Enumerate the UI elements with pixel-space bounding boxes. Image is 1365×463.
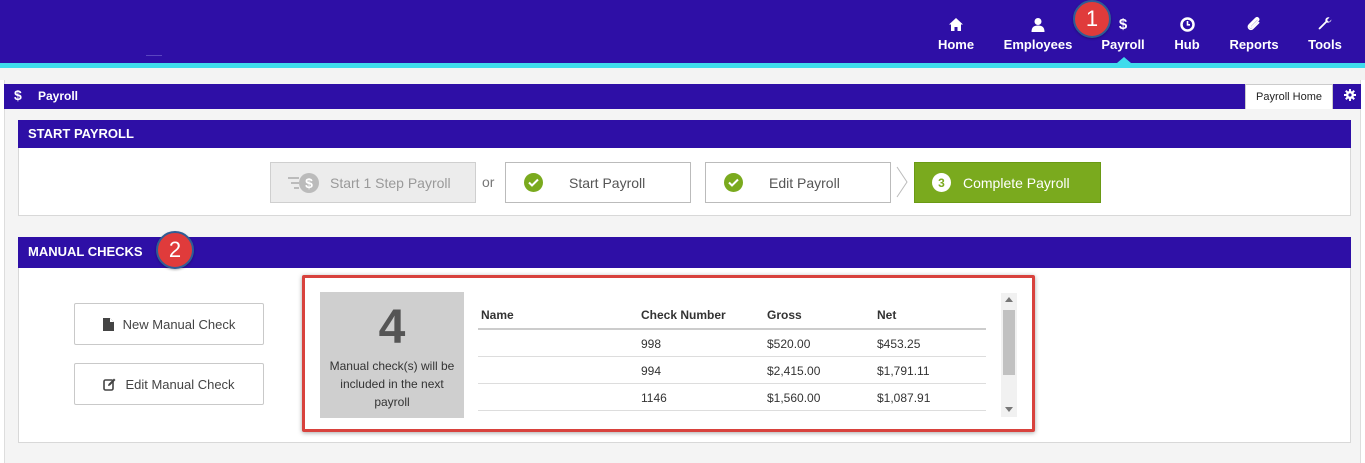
nav-page-separator bbox=[0, 68, 1365, 80]
complete-payroll-button[interactable]: 3 Complete Payroll bbox=[914, 162, 1101, 203]
fast-dollar-icon: $ bbox=[287, 172, 321, 194]
nav-item-hub[interactable]: Hub bbox=[1172, 14, 1202, 58]
nav-label-tools: Tools bbox=[1308, 37, 1342, 52]
edit-payroll-label: Edit Payroll bbox=[769, 174, 840, 191]
cell-check-number: 1146 bbox=[641, 391, 667, 405]
nav-item-employees[interactable]: Employees bbox=[1002, 14, 1074, 58]
table-row-divider bbox=[478, 383, 986, 384]
complete-payroll-label: Complete Payroll bbox=[963, 174, 1070, 191]
manual-checks-heading: MANUAL CHECKS bbox=[18, 237, 1351, 268]
nav-item-tools[interactable]: Tools bbox=[1306, 14, 1344, 58]
new-manual-check-label: New Manual Check bbox=[122, 316, 236, 332]
scrollbar-thumb[interactable] bbox=[1003, 310, 1015, 375]
document-icon bbox=[102, 317, 114, 331]
user-icon bbox=[1031, 14, 1045, 34]
tab-payroll-home[interactable]: Payroll Home bbox=[1245, 84, 1333, 109]
home-icon bbox=[948, 14, 964, 34]
start-payroll-label: Start Payroll bbox=[569, 174, 646, 191]
cell-gross: $520.00 bbox=[767, 337, 811, 351]
chevron-right-icon bbox=[896, 166, 908, 198]
start-1-step-payroll-label: Start 1 Step Payroll bbox=[330, 174, 451, 191]
top-nav-bar bbox=[0, 0, 1365, 63]
edit-icon bbox=[103, 378, 116, 391]
wrench-icon bbox=[1317, 14, 1333, 34]
manual-check-count-box: 4 Manual check(s) will be included in th… bbox=[320, 292, 464, 418]
nav-item-reports[interactable]: Reports bbox=[1228, 14, 1280, 58]
column-header-check-number: Check Number bbox=[641, 308, 726, 322]
column-header-gross: Gross bbox=[767, 308, 802, 322]
page-title: Payroll bbox=[38, 89, 79, 103]
table-scrollbar[interactable] bbox=[1001, 293, 1017, 417]
cell-check-number: 998 bbox=[641, 337, 662, 351]
check-icon bbox=[524, 173, 543, 192]
cell-net: $1,791.11 bbox=[877, 364, 930, 378]
manual-check-count-description: Manual check(s) will be included in the … bbox=[329, 359, 455, 409]
clock-icon bbox=[1179, 14, 1195, 34]
svg-text:$: $ bbox=[305, 175, 313, 191]
gear-icon[interactable] bbox=[1342, 87, 1358, 103]
nav-item-home[interactable]: Home bbox=[936, 14, 976, 58]
edit-manual-check-button[interactable]: Edit Manual Check bbox=[74, 363, 264, 405]
new-manual-check-button[interactable]: New Manual Check bbox=[74, 303, 264, 345]
dollar-icon: $ bbox=[1118, 15, 1128, 33]
cell-check-number: 994 bbox=[641, 364, 662, 378]
paperclip-icon bbox=[1246, 14, 1262, 34]
column-header-net: Net bbox=[877, 308, 897, 322]
page-dollar-icon: $ bbox=[14, 87, 22, 103]
nav-divider bbox=[146, 55, 162, 56]
cell-gross: $1,560.00 bbox=[767, 391, 821, 405]
table-header-divider bbox=[478, 328, 986, 330]
cell-net: $453.25 bbox=[877, 337, 921, 351]
step-3-icon: 3 bbox=[932, 173, 951, 192]
column-header-name: Name bbox=[481, 308, 514, 322]
scroll-down-arrow-icon[interactable] bbox=[1005, 407, 1013, 412]
page-header-bar: $ Payroll bbox=[4, 84, 1361, 109]
active-nav-indicator bbox=[1117, 57, 1131, 63]
manual-check-count: 4 bbox=[378, 301, 406, 354]
edit-manual-check-label: Edit Manual Check bbox=[125, 376, 235, 392]
start-payroll-heading: START PAYROLL bbox=[18, 120, 1351, 148]
nav-label-employees: Employees bbox=[1003, 37, 1073, 52]
annotation-badge-1: 1 bbox=[1073, 0, 1111, 38]
annotation-badge-2: 2 bbox=[156, 231, 194, 269]
start-1-step-payroll-button[interactable]: $ Start 1 Step Payroll bbox=[270, 162, 476, 203]
nav-label-reports: Reports bbox=[1229, 37, 1279, 52]
cell-gross: $2,415.00 bbox=[767, 364, 821, 378]
nav-label-hub: Hub bbox=[1174, 37, 1200, 52]
scroll-up-arrow-icon[interactable] bbox=[1005, 297, 1013, 302]
nav-label-payroll: Payroll bbox=[1101, 37, 1145, 52]
nav-label-home: Home bbox=[937, 37, 975, 52]
cell-net: $1,087.91 bbox=[877, 391, 931, 405]
check-icon bbox=[724, 173, 743, 192]
start-payroll-button[interactable]: Start Payroll bbox=[505, 162, 691, 203]
edit-payroll-button[interactable]: Edit Payroll bbox=[705, 162, 891, 203]
table-row-divider bbox=[478, 356, 986, 357]
or-separator: or bbox=[482, 174, 495, 190]
table-row-divider bbox=[478, 410, 986, 411]
